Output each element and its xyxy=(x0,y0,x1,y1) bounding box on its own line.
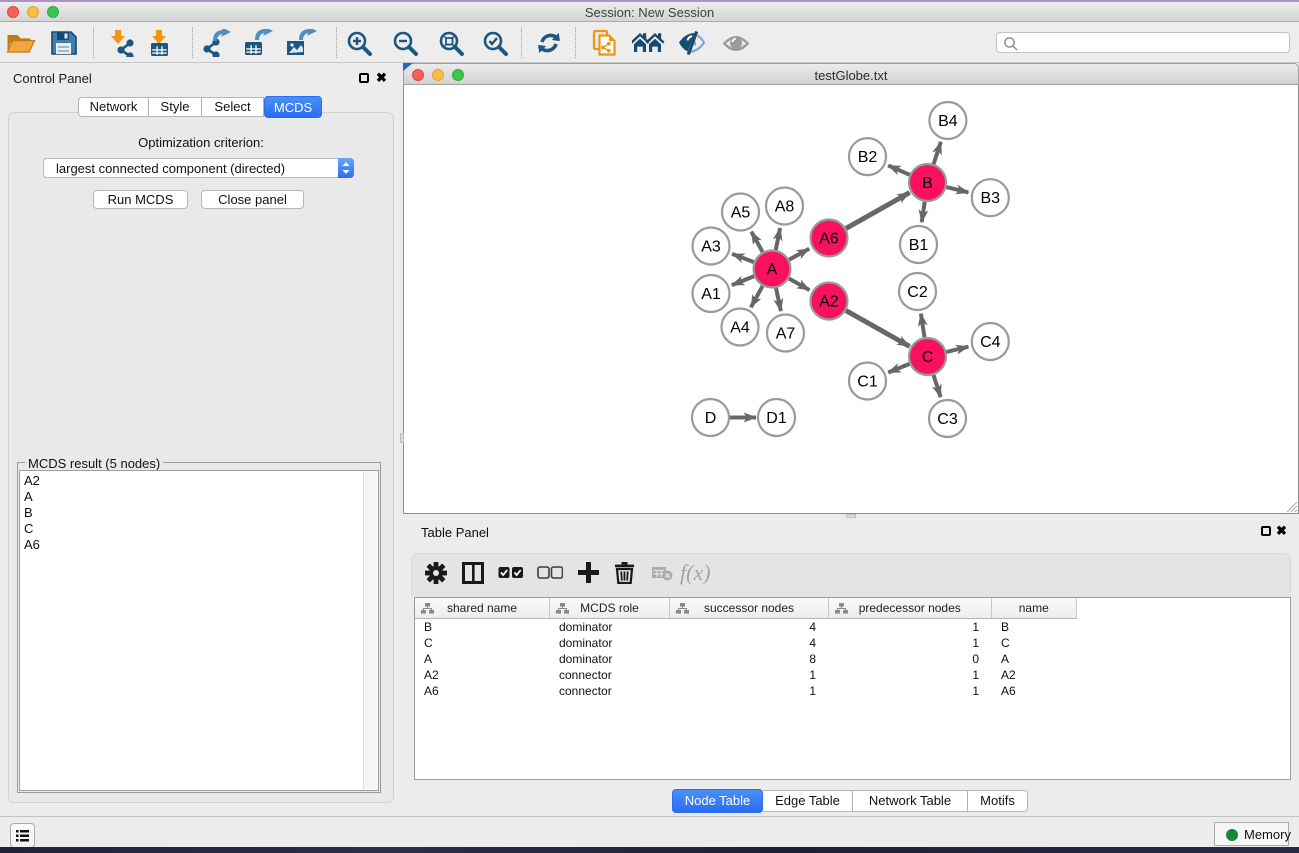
svg-text:A2: A2 xyxy=(819,294,839,311)
svg-text:A: A xyxy=(767,262,778,279)
svg-text:C4: C4 xyxy=(980,334,1001,351)
svg-text:B: B xyxy=(922,175,933,192)
svg-text:D: D xyxy=(705,410,717,427)
svg-text:C2: C2 xyxy=(907,284,928,301)
svg-text:A3: A3 xyxy=(701,239,721,256)
svg-text:B3: B3 xyxy=(981,190,1001,207)
svg-text:A6: A6 xyxy=(819,231,839,248)
svg-text:A7: A7 xyxy=(776,326,796,343)
svg-text:A8: A8 xyxy=(775,199,795,216)
svg-text:B4: B4 xyxy=(938,113,958,130)
svg-text:D1: D1 xyxy=(766,410,787,427)
svg-text:A5: A5 xyxy=(731,205,751,222)
svg-text:C: C xyxy=(922,349,934,366)
svg-text:A1: A1 xyxy=(701,286,721,303)
svg-text:A4: A4 xyxy=(730,320,750,337)
svg-text:C3: C3 xyxy=(937,411,958,428)
svg-text:B1: B1 xyxy=(909,237,929,254)
svg-text:C1: C1 xyxy=(857,374,878,391)
svg-text:B2: B2 xyxy=(858,149,878,166)
